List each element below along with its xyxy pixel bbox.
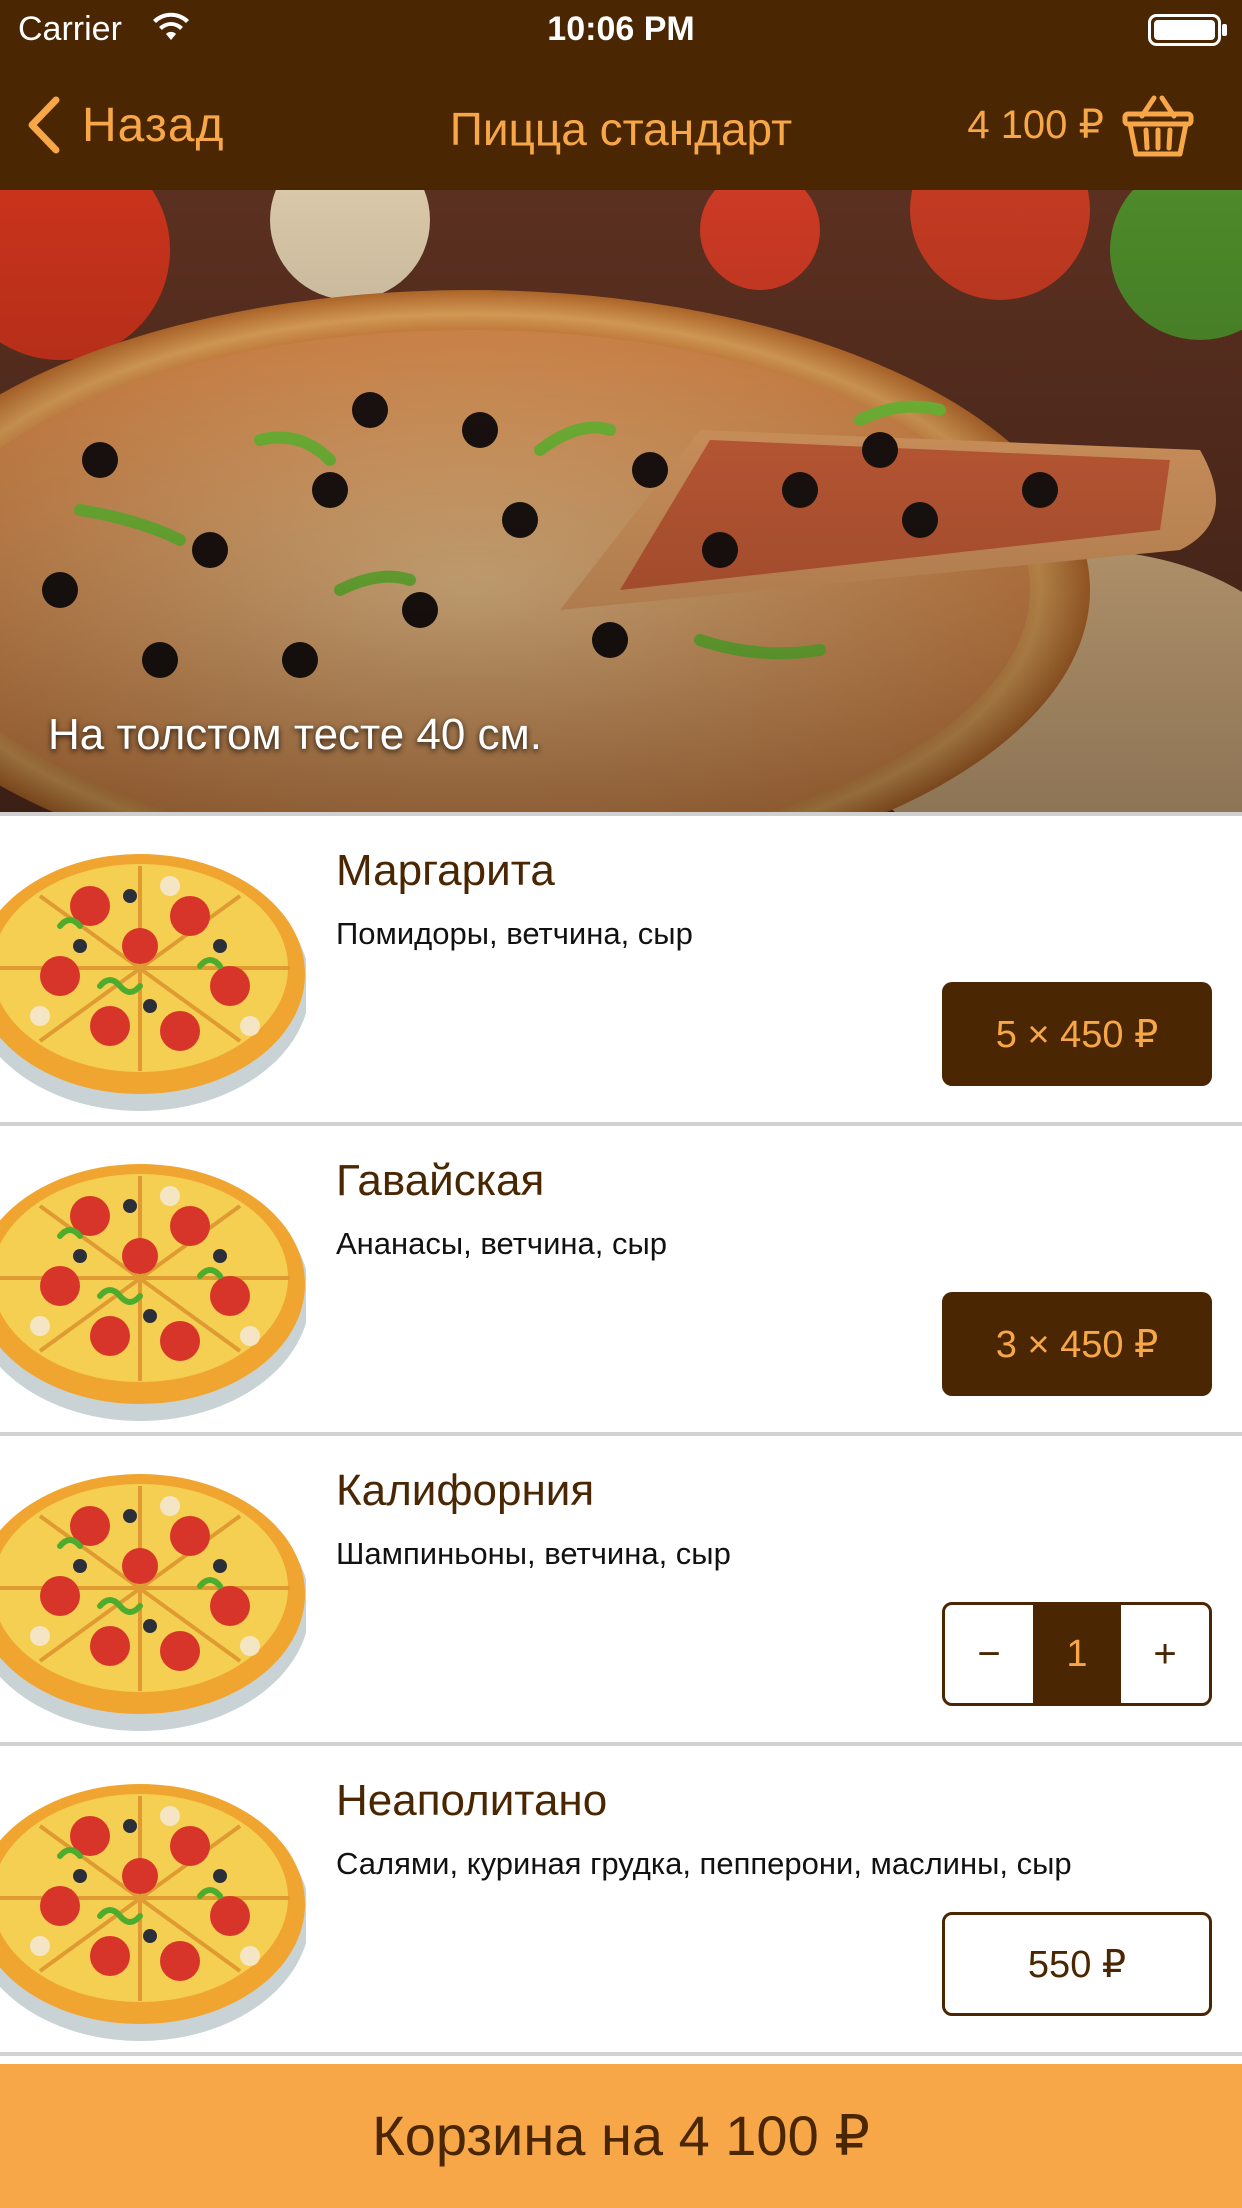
decrement-button[interactable]: − bbox=[945, 1605, 1033, 1703]
item-description: Ананасы, ветчина, сыр bbox=[336, 1226, 668, 1261]
add-to-cart-button[interactable]: 550 ₽ bbox=[942, 1912, 1212, 2016]
menu-list: Маргарита Помидоры, ветчина, сыр 5 × 450… bbox=[0, 816, 1242, 2056]
in-cart-price-button[interactable]: 5 × 450 ₽ bbox=[942, 982, 1212, 1086]
pizza-thumbnail bbox=[0, 1164, 306, 1421]
in-cart-price-button[interactable]: 3 × 450 ₽ bbox=[942, 1292, 1212, 1396]
pizza-thumbnail bbox=[0, 854, 306, 1111]
status-bar: Carrier 10:06 PM bbox=[0, 0, 1242, 60]
pizza-thumbnail bbox=[0, 1784, 306, 2041]
item-name: Маргарита bbox=[336, 846, 555, 895]
quantity-stepper: − 1 + bbox=[942, 1602, 1212, 1706]
clock: 10:06 PM bbox=[547, 10, 695, 48]
cart-checkout-button[interactable]: Корзина на 4 100 ₽ bbox=[0, 2064, 1242, 2208]
basket-icon bbox=[1122, 95, 1194, 157]
top-header: Carrier 10:06 PM Назад Пицца стандарт 4 … bbox=[0, 0, 1242, 190]
item-name: Неаполитано bbox=[336, 1776, 608, 1825]
increment-button[interactable]: + bbox=[1121, 1605, 1209, 1703]
cart-button[interactable]: 4 100 ₽ bbox=[967, 90, 1194, 160]
item-name: Гавайская bbox=[336, 1156, 545, 1205]
hero-caption: На толстом тесте 40 см. bbox=[48, 710, 543, 759]
list-item[interactable]: Калифорния Шампиньоны, ветчина, сыр − 1 … bbox=[0, 1436, 1242, 1746]
item-description: Салями, куриная грудка, пепперони, масли… bbox=[336, 1846, 1072, 1881]
item-description: Шампиньоны, ветчина, сыр bbox=[336, 1536, 731, 1571]
list-item[interactable]: Гавайская Ананасы, ветчина, сыр 3 × 450 … bbox=[0, 1126, 1242, 1436]
navigation-bar: Назад Пицца стандарт 4 100 ₽ bbox=[0, 60, 1242, 190]
hero-banner: На толстом тесте 40 см. bbox=[0, 190, 1242, 812]
pizza-thumbnail bbox=[0, 1474, 306, 1731]
quantity-value: 1 bbox=[1033, 1605, 1121, 1703]
list-item[interactable]: Маргарита Помидоры, ветчина, сыр 5 × 450… bbox=[0, 816, 1242, 1126]
list-item[interactable]: Неаполитано Салями, куриная грудка, пепп… bbox=[0, 1746, 1242, 2056]
cart-total: 4 100 ₽ bbox=[967, 103, 1104, 147]
item-name: Калифорния bbox=[336, 1466, 595, 1515]
item-description: Помидоры, ветчина, сыр bbox=[336, 916, 693, 951]
battery-icon bbox=[1148, 14, 1227, 46]
